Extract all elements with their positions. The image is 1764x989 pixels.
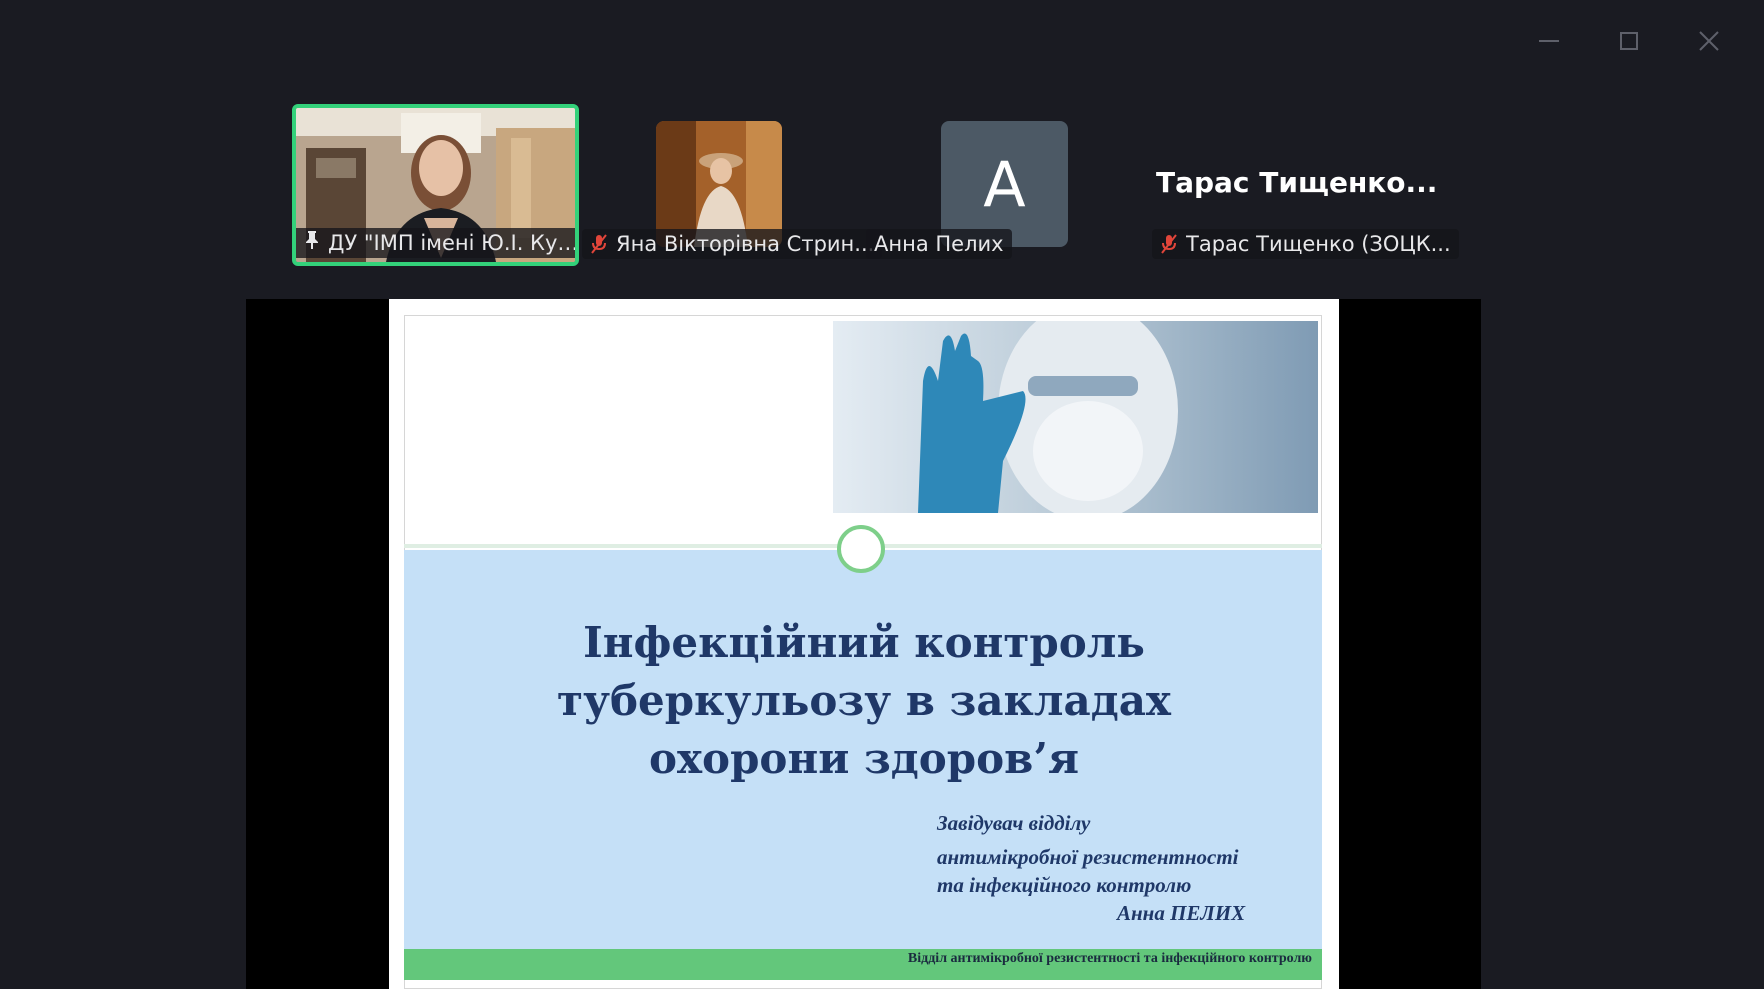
participant-name-label: Яна Вікторівна Стрин... [582,229,883,259]
close-button[interactable] [1694,26,1724,56]
presentation-slide: Інфекційний контроль туберкульозу в закл… [389,299,1339,989]
close-icon [1699,31,1719,51]
window-controls [1534,26,1724,56]
slide-footer: Відділ антимікробної резистентності та і… [404,949,1322,980]
slide-title: Інфекційний контроль туберкульозу в закл… [557,618,1171,783]
minimize-button[interactable] [1534,26,1564,56]
microphone-muted-icon [1160,233,1178,255]
participant-name-label: ДУ "ІМП імені Ю.І. Кун... [296,228,575,258]
minimize-icon [1539,40,1559,42]
participant-tile-active-speaker[interactable]: ДУ "ІМП імені Ю.І. Кун... [292,104,579,266]
participant-display-name[interactable]: Тарас Тищенко... [1156,166,1437,199]
maximize-icon [1620,32,1638,50]
slide-author-block: Завідувач відділу антимікробної резистен… [937,811,1246,925]
participant-name-label: Тарас Тищенко (ЗОЦК... [1152,229,1459,259]
participant-name-label: Анна Пелих [866,229,1012,259]
maximize-button[interactable] [1614,26,1644,56]
slide-circle-ornament [837,525,885,573]
slide-photo [833,321,1318,513]
microphone-muted-icon [590,233,608,255]
pin-icon [304,228,320,258]
